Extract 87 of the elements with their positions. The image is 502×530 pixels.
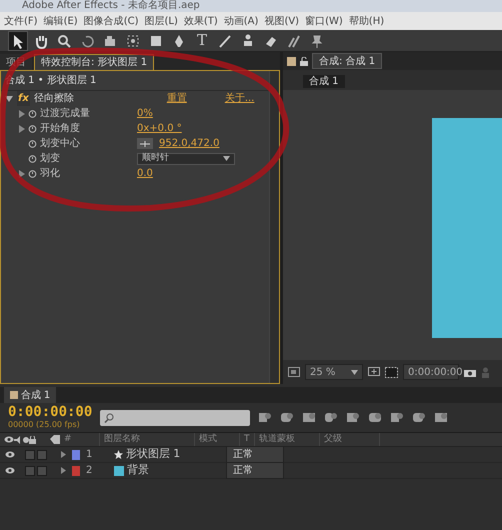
property-name: 划变	[40, 152, 60, 166]
stopwatch-icon[interactable]	[28, 154, 37, 163]
tool-button[interactable]	[8, 30, 28, 50]
menu-item[interactable]: 窗口(W)	[305, 14, 343, 28]
label-color[interactable]	[72, 466, 80, 476]
lock-icon[interactable]	[29, 436, 36, 444]
property-name: 过渡完成量	[40, 106, 90, 121]
label-color[interactable]	[72, 450, 80, 460]
lock-icon[interactable]	[300, 56, 308, 66]
menu-item[interactable]: 图层(L)	[144, 14, 178, 28]
eye-icon[interactable]	[5, 467, 15, 474]
zoom-dropdown[interactable]: 25 %	[305, 364, 363, 380]
frame-count: 00000 (25.00 fps)	[8, 418, 81, 430]
layer-name[interactable]: 背景	[126, 462, 149, 479]
stopwatch-icon[interactable]	[28, 139, 37, 148]
menu-item[interactable]: 帮助(H)	[348, 14, 384, 28]
switch-box[interactable]	[25, 466, 35, 476]
property-value[interactable]: 952.0,472.0	[159, 136, 220, 151]
dropdown-value: 顺时针	[142, 152, 169, 165]
safe-area-icon[interactable]	[385, 366, 398, 378]
menu-item[interactable]: 视图(V)	[264, 14, 300, 28]
stopwatch-icon[interactable]	[28, 124, 37, 133]
pin-icon	[309, 32, 325, 48]
property-value[interactable]: 0x+0.0 °	[137, 121, 182, 136]
solo-icon[interactable]	[23, 436, 29, 442]
expand-arrow-icon[interactable]	[19, 170, 25, 178]
text-tool[interactable]: T	[192, 30, 212, 50]
menu-item[interactable]: 文件(F)	[4, 14, 38, 28]
layer-number: 2	[86, 464, 94, 478]
switch-box[interactable]	[37, 466, 47, 476]
column-header[interactable]: 父级	[320, 432, 380, 446]
column-header[interactable]: #	[60, 432, 100, 446]
column-header[interactable]: 图层名称	[100, 432, 195, 446]
timeline-tab[interactable]: 合成 1	[4, 387, 56, 403]
pan-icon	[125, 32, 141, 48]
menu-item[interactable]: 动画(A)	[224, 14, 258, 28]
layer-name[interactable]: 形状图层 1	[126, 446, 180, 463]
scrollbar[interactable]	[269, 71, 279, 383]
crosshair-button[interactable]	[137, 138, 153, 149]
expand-arrow-icon[interactable]	[61, 451, 66, 458]
layer-number: 1	[86, 448, 94, 462]
property-name: 划变中心	[40, 136, 80, 151]
effect-dropdown[interactable]: 顺时针	[137, 152, 235, 164]
fx-label[interactable]: fx	[17, 91, 30, 106]
eye-icon[interactable]	[5, 451, 15, 458]
composition-subtab[interactable]: 合成 1	[303, 75, 345, 88]
region-icon[interactable]	[288, 367, 300, 377]
switch-box[interactable]	[25, 450, 35, 460]
label-tag-icon[interactable]	[50, 435, 60, 444]
menu-item[interactable]: 编辑(E)	[44, 14, 78, 28]
roto-brush-icon	[286, 32, 302, 48]
search-field[interactable]	[100, 410, 250, 426]
panel-tab[interactable]: 特效控制台: 形状图层 1	[34, 54, 154, 70]
effect-name: 径向擦除	[34, 92, 75, 106]
stopwatch-icon[interactable]	[28, 169, 37, 178]
swatch-icon	[287, 56, 296, 66]
property-name: 羽化	[40, 167, 60, 181]
camera-icon[interactable]	[464, 368, 476, 376]
switch-box[interactable]	[37, 450, 47, 460]
fit-icon[interactable]	[368, 367, 380, 377]
caret-icon	[223, 156, 230, 161]
stopwatch-icon[interactable]	[28, 109, 37, 118]
crosshair-icon	[140, 140, 150, 146]
about-link[interactable]: 关于...	[224, 91, 254, 106]
swatch-icon	[10, 391, 18, 399]
zoom-value: 25 %	[310, 366, 336, 380]
zoom-icon	[56, 32, 72, 48]
property-value[interactable]: 0.0	[137, 166, 153, 181]
menu-item[interactable]: 图像合成(C)	[84, 14, 138, 28]
reset-link[interactable]: 重置	[166, 91, 187, 106]
breadcrumb: 合成 1 • 形状图层 1	[1, 71, 269, 91]
property-value[interactable]: 0%	[137, 106, 153, 121]
menu-item[interactable]: 效果(T)	[184, 14, 218, 28]
mode-dropdown[interactable]: 正常	[226, 446, 284, 463]
property-name: 开始角度	[40, 122, 80, 136]
timecode[interactable]: 0:00:00:00	[8, 404, 92, 418]
window-title: Adobe After Effects - 未命名项目.aep	[22, 0, 200, 11]
collapse-arrow-icon[interactable]	[5, 94, 13, 102]
speaker-icon[interactable]	[14, 436, 23, 444]
star-icon	[114, 450, 123, 459]
eye-icon[interactable]	[4, 436, 14, 443]
search-icon	[104, 412, 116, 422]
caret-icon	[351, 370, 358, 374]
expand-arrow-icon[interactable]	[61, 467, 66, 474]
composition-tab[interactable]: 合成: 合成 1	[312, 53, 382, 69]
brush-icon	[217, 32, 233, 48]
mode-dropdown[interactable]: 正常	[226, 462, 284, 479]
